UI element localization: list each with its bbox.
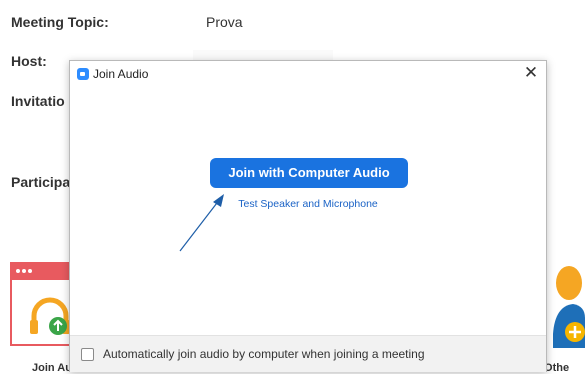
- meeting-topic-label: Meeting Topic:: [11, 14, 109, 30]
- dot-icon: [22, 269, 26, 273]
- dot-icon: [28, 269, 32, 273]
- host-label: Host:: [11, 53, 47, 69]
- auto-join-checkbox[interactable]: [81, 348, 94, 361]
- invite-others-tile[interactable]: [545, 258, 585, 362]
- test-speaker-microphone-link[interactable]: Test Speaker and Microphone: [70, 198, 546, 210]
- pointer-arrow: [179, 194, 224, 252]
- app-icon: [77, 68, 89, 80]
- dialog-titlebar: Join Audio ✕: [70, 61, 546, 87]
- close-icon[interactable]: ✕: [523, 64, 539, 82]
- dialog-title: Join Audio: [93, 67, 149, 81]
- person-icon: [553, 266, 585, 348]
- join-audio-caption: Join Au: [32, 362, 72, 374]
- join-audio-dialog: Join Audio ✕ Join with Computer Audio Te…: [69, 60, 547, 372]
- dot-icon: [16, 269, 20, 273]
- invitation-label: Invitatio: [11, 93, 65, 109]
- auto-join-label[interactable]: Automatically join audio by computer whe…: [103, 347, 425, 361]
- participants-label: Participa: [11, 174, 71, 190]
- dialog-footer: Automatically join audio by computer whe…: [70, 335, 546, 372]
- meeting-topic-value: Prova: [206, 14, 243, 30]
- join-computer-audio-button[interactable]: Join with Computer Audio: [210, 158, 408, 188]
